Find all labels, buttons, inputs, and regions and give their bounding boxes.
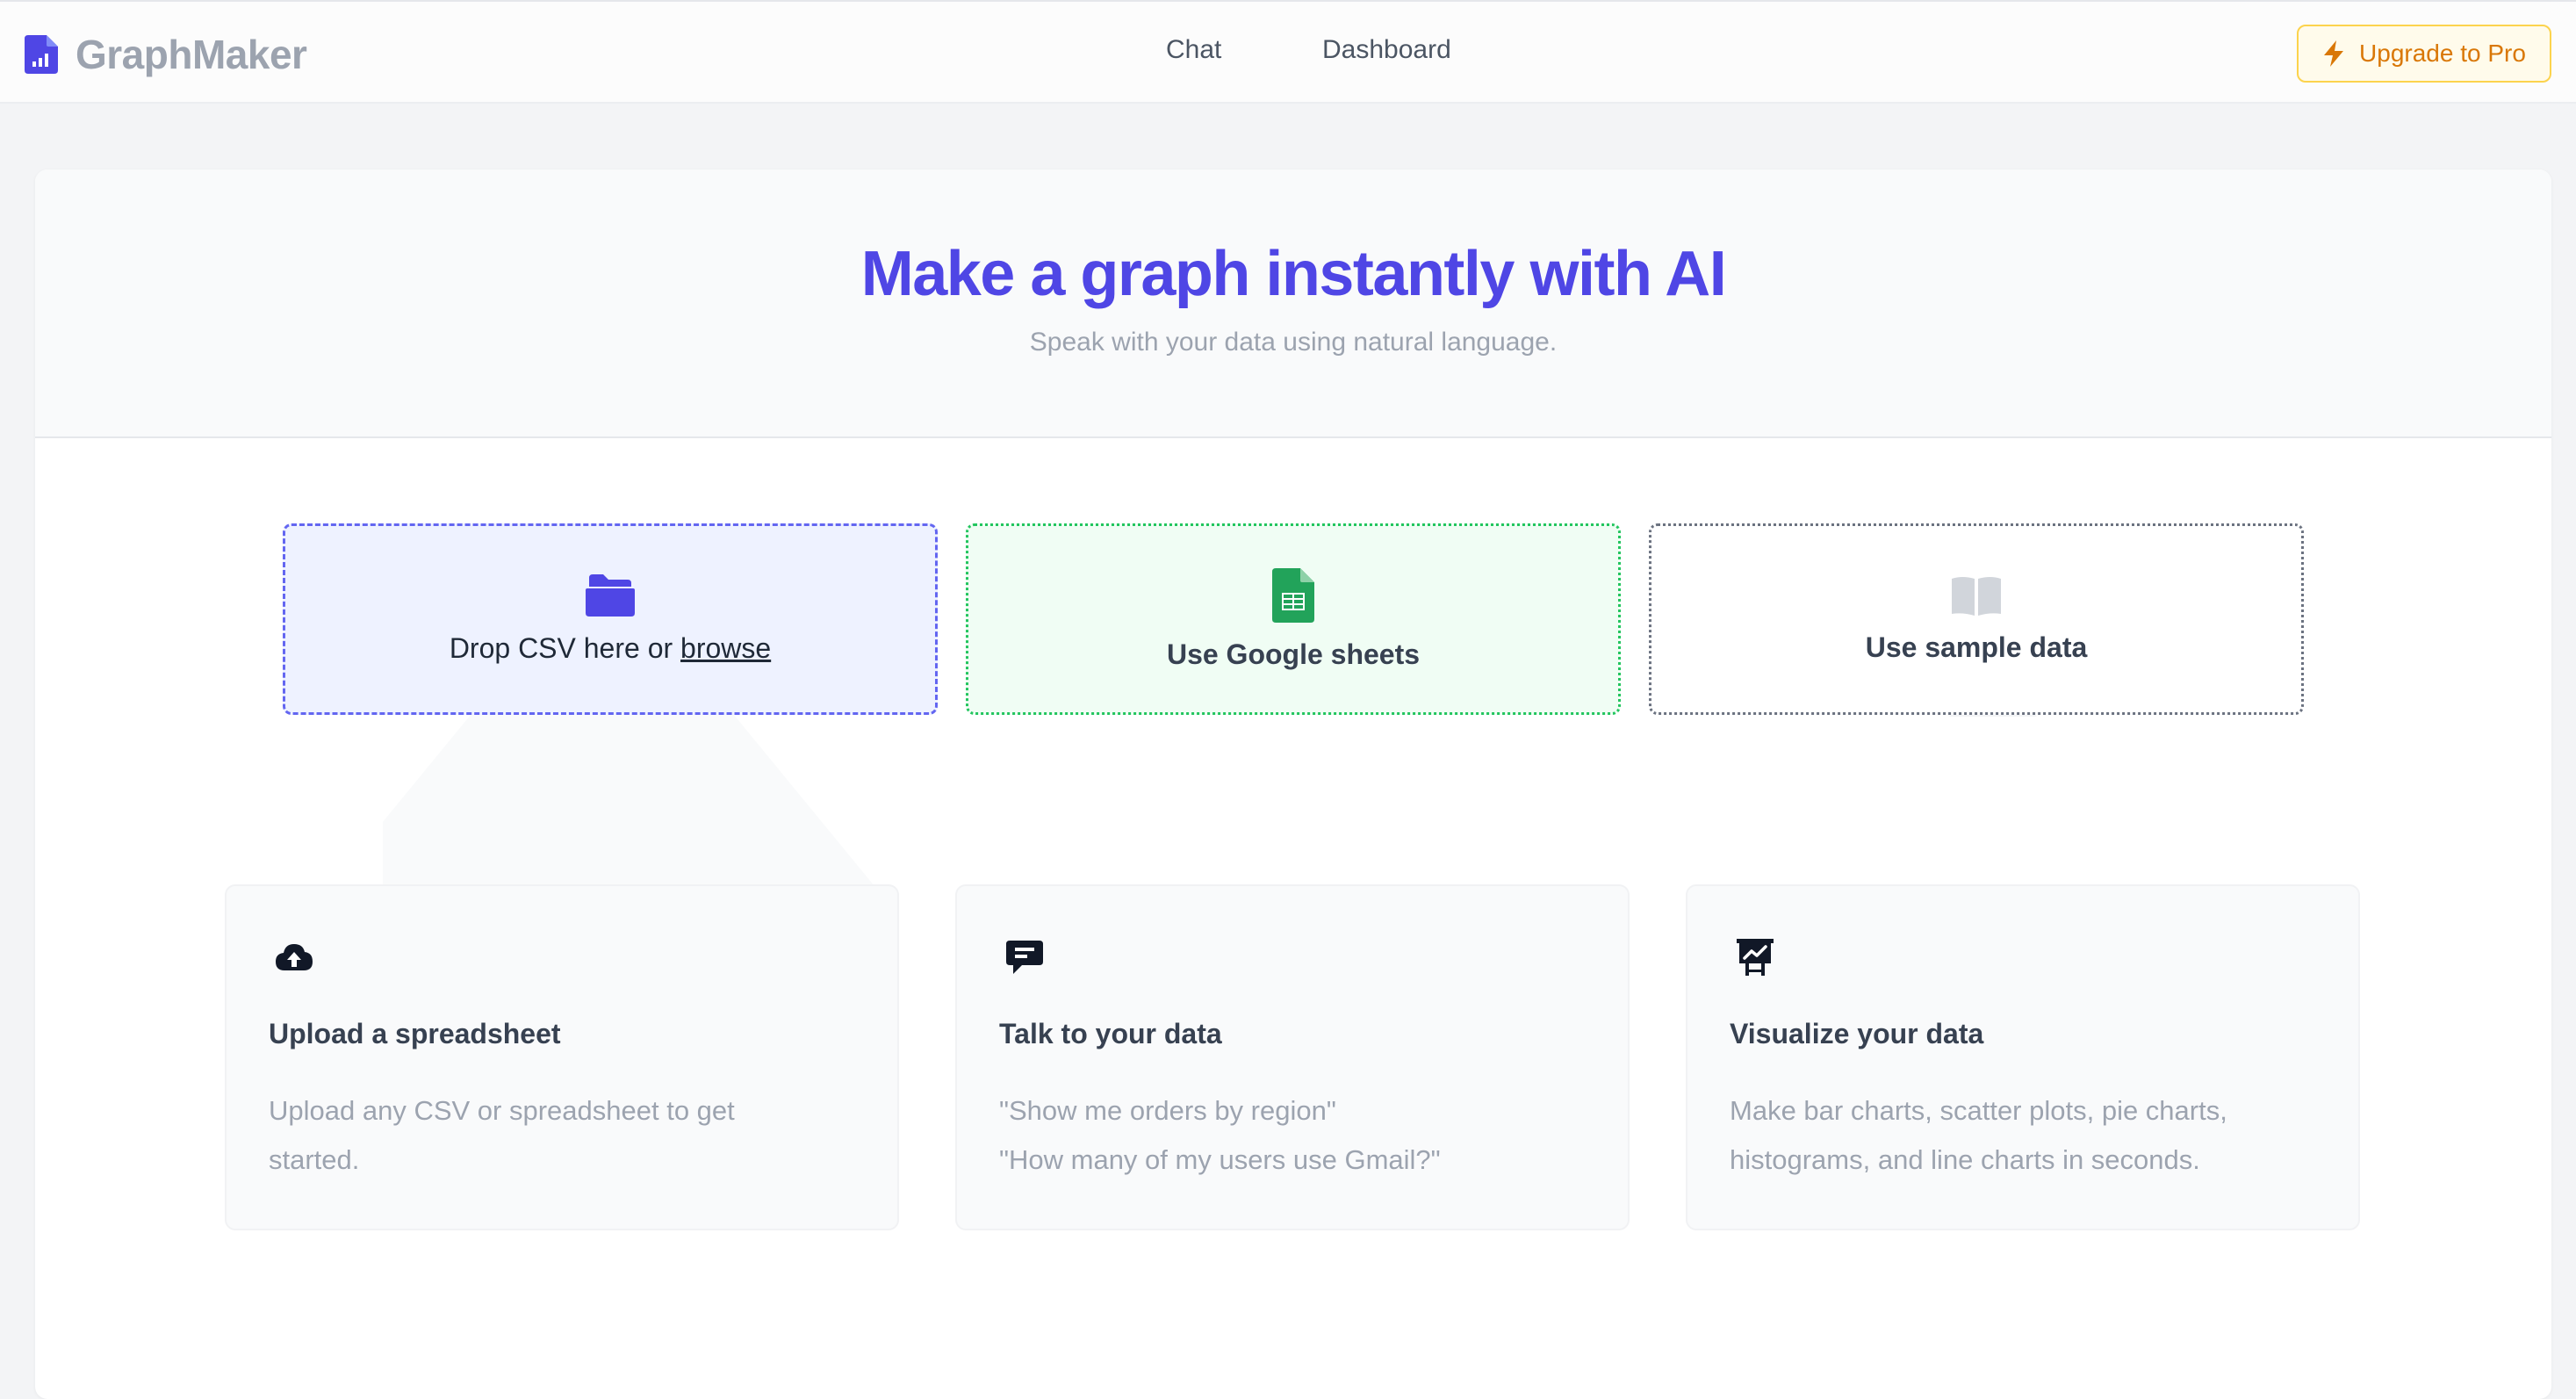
feature-desc-line: "How many of my users use Gmail?": [999, 1144, 1441, 1175]
chat-bubble-icon: [1006, 941, 1043, 974]
feature-desc-line: Make bar charts, scatter plots, pie char…: [1730, 1095, 2227, 1126]
feature-description: Upload any CSV or spreadsheet to get sta…: [269, 1086, 857, 1185]
upgrade-label: Upgrade to Pro: [2359, 40, 2526, 67]
google-sheets-option[interactable]: Use Google sheets: [966, 523, 1621, 715]
presentation-chart-icon: [1737, 939, 1774, 976]
feature-card-visualize: Visualize your data Make bar charts, sca…: [1686, 884, 2360, 1230]
csv-drop-text: Drop CSV here or: [449, 631, 681, 664]
upgrade-to-pro-button[interactable]: Upgrade to Pro: [2297, 25, 2551, 83]
page-title: Make a graph instantly with AI: [860, 239, 1727, 309]
feature-card-talk: Talk to your data "Show me orders by reg…: [955, 884, 1630, 1230]
main-card: Make a graph instantly with AI Speak wit…: [35, 169, 2551, 1399]
lightning-bolt-icon: [2324, 40, 2344, 67]
nav-dashboard-link[interactable]: Dashboard: [1322, 35, 1451, 65]
feature-title: Upload a spreadsheet: [269, 1018, 561, 1049]
csv-drop-zone[interactable]: Drop CSV here or browse: [283, 523, 938, 715]
folder-icon: [586, 573, 635, 617]
feature-desc-line: histograms, and line charts in seconds.: [1730, 1144, 2200, 1175]
browse-link[interactable]: browse: [680, 632, 771, 664]
page-subtitle: Speak with your data using natural langu…: [1029, 328, 1558, 357]
feature-desc-line: "Show me orders by region": [999, 1095, 1336, 1126]
feature-card-upload: Upload a spreadsheet Upload any CSV or s…: [225, 884, 899, 1230]
open-book-icon: [1952, 576, 2001, 616]
sample-data-option[interactable]: Use sample data: [1649, 523, 2304, 715]
feature-description: "Show me orders by region" "How many of …: [999, 1086, 1587, 1185]
feature-description: Make bar charts, scatter plots, pie char…: [1730, 1086, 2318, 1185]
feature-desc-line: Upload any CSV or spreadsheet to get: [269, 1095, 735, 1126]
feature-desc-line: started.: [269, 1144, 360, 1175]
csv-pointer-decoration: [383, 715, 874, 886]
cloud-upload-icon: [276, 944, 313, 970]
csv-drop-label: Drop CSV here or browse: [450, 632, 771, 665]
google-sheets-label: Use Google sheets: [1166, 638, 1421, 670]
google-sheets-icon: [1272, 567, 1314, 623]
feature-title: Visualize your data: [1730, 1018, 1984, 1049]
main-nav: Chat Dashboard: [0, 35, 2576, 74]
hero-section: Make a graph instantly with AI Speak wit…: [35, 169, 2551, 438]
nav-chat-link[interactable]: Chat: [1166, 35, 1221, 65]
feature-title: Talk to your data: [999, 1018, 1222, 1049]
top-navbar: GraphMaker Chat Dashboard Upgrade to Pro: [0, 0, 2576, 104]
sample-data-label: Use sample data: [1865, 631, 2088, 663]
